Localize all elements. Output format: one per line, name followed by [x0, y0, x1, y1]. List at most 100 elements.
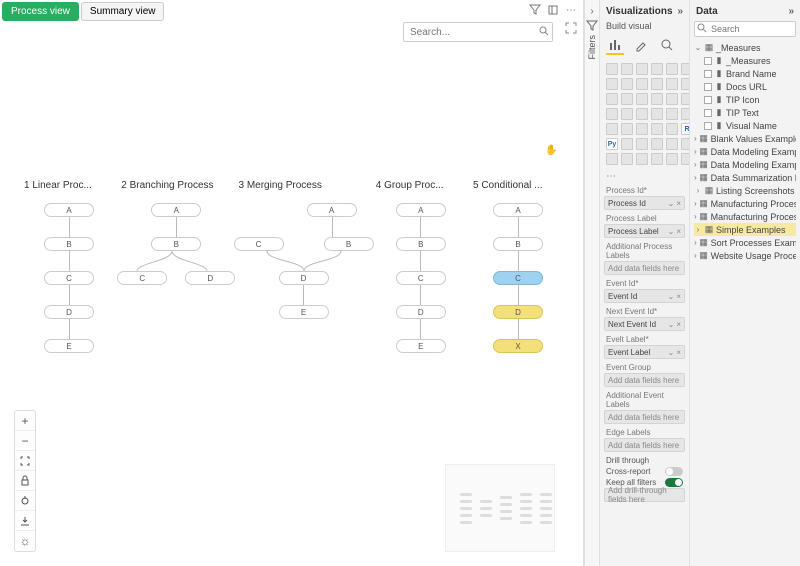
chevron-right-icon[interactable]: » — [788, 6, 794, 17]
viz-type-r-icon[interactable]: R — [681, 123, 690, 135]
process-node[interactable]: B — [396, 237, 446, 251]
search-input[interactable] — [403, 22, 553, 42]
viz-type-icon[interactable] — [666, 108, 678, 120]
viz-type-icon[interactable] — [651, 78, 663, 90]
zoom-in-button[interactable]: + — [15, 411, 35, 431]
viz-type-icon[interactable] — [621, 78, 633, 90]
viz-type-icon[interactable] — [651, 108, 663, 120]
field-well-event-id[interactable]: Event Id⌄× — [604, 289, 685, 303]
checkbox[interactable] — [704, 109, 712, 117]
field-row[interactable]: ▮Docs URL — [694, 80, 796, 93]
table-row[interactable]: ›▦Data Modeling Example - Proces... — [694, 158, 796, 171]
table-row[interactable]: ›▦Manufacturing Process Header — [694, 210, 796, 223]
remove-icon[interactable]: × — [676, 348, 681, 357]
chevron-right-icon[interactable]: › — [694, 238, 697, 247]
viz-type-icon[interactable] — [606, 108, 618, 120]
viz-type-icon[interactable] — [666, 78, 678, 90]
viz-type-icon[interactable] — [636, 153, 648, 165]
table-row[interactable]: ›▦Manufacturing Process — [694, 197, 796, 210]
filter-icon[interactable] — [529, 4, 541, 16]
viz-type-icon[interactable] — [666, 123, 678, 135]
chevron-down-icon[interactable]: ⌄ — [668, 348, 675, 357]
viz-type-icon[interactable] — [666, 153, 678, 165]
remove-icon[interactable]: × — [676, 199, 681, 208]
reset-button[interactable] — [15, 491, 35, 511]
viz-type-icon[interactable] — [651, 153, 663, 165]
viz-type-icon[interactable] — [681, 78, 690, 90]
chevron-right-icon[interactable]: › — [694, 186, 702, 195]
viz-type-icon[interactable] — [636, 123, 648, 135]
process-node[interactable]: C — [396, 271, 446, 285]
field-well-addl-event-labels[interactable]: Add data fields here — [604, 410, 685, 424]
process-node[interactable]: A — [151, 203, 201, 217]
process-node[interactable]: D — [396, 305, 446, 319]
field-well-event-group[interactable]: Add data fields here — [604, 373, 685, 387]
chevron-down-icon[interactable]: ⌄ — [668, 292, 675, 301]
minimap[interactable] — [445, 464, 555, 552]
build-visual-button[interactable] — [606, 37, 624, 55]
viz-type-icon[interactable] — [621, 108, 633, 120]
checkbox[interactable] — [704, 96, 712, 104]
chevron-right-icon[interactable]: › — [694, 212, 697, 221]
process-node[interactable]: D — [279, 271, 329, 285]
checkbox[interactable] — [704, 70, 712, 78]
chevron-down-icon[interactable]: ⌄ — [694, 43, 702, 52]
download-button[interactable] — [15, 511, 35, 531]
viz-type-icon[interactable] — [606, 63, 618, 75]
checkbox[interactable] — [704, 122, 712, 130]
cross-report-toggle[interactable] — [665, 467, 683, 476]
remove-icon[interactable]: × — [676, 227, 681, 236]
viz-type-icon[interactable] — [621, 138, 633, 150]
viz-type-icon[interactable] — [666, 138, 678, 150]
chevron-right-icon[interactable]: › — [694, 160, 697, 169]
viz-type-icon[interactable] — [606, 78, 618, 90]
process-node[interactable]: E — [44, 339, 94, 353]
process-node[interactable]: A — [493, 203, 543, 217]
theme-button[interactable]: ☼ — [15, 531, 35, 551]
field-well-addl-process-labels[interactable]: Add data fields here — [604, 261, 685, 275]
process-node[interactable]: B — [151, 237, 201, 251]
viz-type-icon[interactable] — [621, 153, 633, 165]
remove-icon[interactable]: × — [676, 292, 681, 301]
process-node[interactable]: C — [493, 271, 543, 285]
field-row[interactable]: ▮Visual Name — [694, 119, 796, 132]
field-well-event-label[interactable]: Event Label⌄× — [604, 345, 685, 359]
viz-type-icon[interactable] — [606, 93, 618, 105]
table-row[interactable]: ⌄▦_Measures — [694, 41, 796, 54]
table-row[interactable]: ›▦Simple Examples — [694, 223, 796, 236]
viz-type-icon[interactable] — [651, 138, 663, 150]
viz-type-icon[interactable] — [636, 63, 648, 75]
data-search-input[interactable] — [694, 21, 796, 37]
chevron-right-icon[interactable]: › — [694, 225, 702, 234]
viz-type-icon[interactable] — [621, 63, 633, 75]
fit-button[interactable] — [15, 451, 35, 471]
viz-type-icon[interactable] — [606, 123, 618, 135]
table-row[interactable]: ›▦Sort Processes Example — [694, 236, 796, 249]
viz-type-icon[interactable] — [651, 123, 663, 135]
remove-icon[interactable]: × — [676, 320, 681, 329]
field-well-process-label[interactable]: Process Label⌄× — [604, 224, 685, 238]
chevron-down-icon[interactable]: ⌄ — [668, 320, 675, 329]
analytics-button[interactable] — [658, 37, 676, 55]
process-node[interactable]: E — [396, 339, 446, 353]
keep-filters-toggle[interactable] — [665, 478, 683, 487]
chevron-right-icon[interactable]: › — [694, 147, 697, 156]
more-visuals-icon[interactable]: ⋯ — [604, 167, 685, 184]
checkbox[interactable] — [704, 83, 712, 91]
process-node[interactable]: D — [44, 305, 94, 319]
viz-type-icon[interactable] — [651, 63, 663, 75]
table-row[interactable]: ›▦Blank Values Example — [694, 132, 796, 145]
chevron-right-icon[interactable]: › — [694, 199, 697, 208]
process-node[interactable]: A — [307, 203, 357, 217]
report-canvas[interactable]: Process view Summary view ⋯ ✋ 1 Linear P… — [0, 0, 584, 566]
viz-type-py-icon[interactable]: Py — [606, 138, 618, 150]
table-row[interactable]: ›▦Listing Screenshots — [694, 184, 796, 197]
viz-type-icon[interactable] — [636, 108, 648, 120]
table-row[interactable]: ›▦Data Summarization Example — [694, 171, 796, 184]
field-row[interactable]: ▮TIP Text — [694, 106, 796, 119]
lock-button[interactable] — [15, 471, 35, 491]
more-options-icon[interactable]: ⋯ — [565, 4, 577, 16]
field-row[interactable]: ▮Brand Name — [694, 67, 796, 80]
viz-type-icon[interactable] — [666, 93, 678, 105]
process-node[interactable]: B — [324, 237, 374, 251]
